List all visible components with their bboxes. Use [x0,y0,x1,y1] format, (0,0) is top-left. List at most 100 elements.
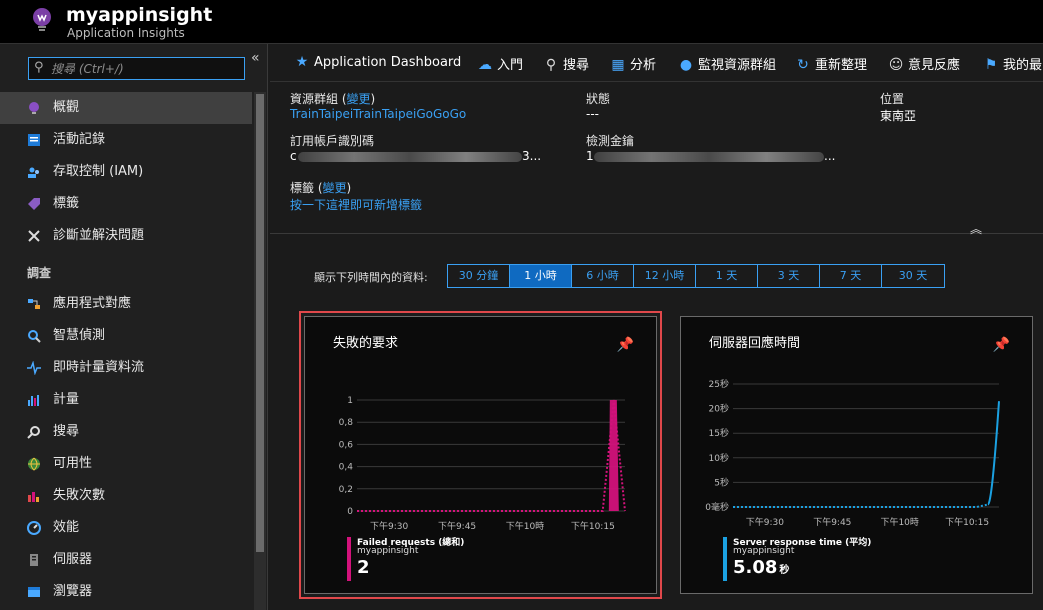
sidebar-item-search[interactable]: 搜尋 [0,416,252,448]
sidebar-item-tags[interactable]: 標籤 [0,188,252,220]
people-icon [28,167,39,178]
getting-started-button[interactable]: ☁ 入門 [477,54,523,73]
server-icon [30,554,38,566]
y-tick-label: 25秒 [709,378,729,390]
sidebar-item-activity-log[interactable]: 活動記錄 [0,124,252,156]
sidebar-item-metrics[interactable]: 計量 [0,384,252,416]
y-tick-label: 1 [347,396,353,406]
legend-color-bar [723,537,727,581]
performance-icon [27,521,41,535]
server-response-time-tile[interactable]: 伺服器回應時間 📌 0毫秒 5秒 10秒 15秒 20秒 25秒 下午9:30 下午9:45 下… [680,316,1033,594]
search-button[interactable]: ⚲ 搜尋 [543,54,589,73]
time-option-6h[interactable]: 6 小時 [572,265,634,287]
sidebar-item-servers[interactable]: 伺服器 [0,544,252,576]
time-option-12h[interactable]: 12 小時 [634,265,696,287]
time-option-3d[interactable]: 3 天 [758,265,820,287]
failed-requests-tile[interactable]: 失敗的要求 📌 0 0,2 0,4 0,6 0,8 1 下午9:30 下午9:45 下午10時下… [299,311,662,599]
time-option-1h[interactable]: 1 小時 [510,265,572,287]
y-tick-label: 15秒 [709,427,729,439]
resource-group-label: 資源群組 (變更) [290,92,376,106]
lightbulb-icon [29,102,39,114]
refresh-icon: ↻ [797,57,809,73]
sidebar-search[interactable]: ⚲ [28,57,245,80]
change-tags-link[interactable]: 變更 [323,181,347,195]
subscription-id-redacted [298,152,522,162]
time-option-30d[interactable]: 30 天 [882,265,944,287]
legend-color-bar [347,537,351,581]
sidebar: ⚲ « 概觀 活動記錄 存取控制 (IAM) 標籤 診斷並解決問題 調查 應用程… [0,44,268,610]
sidebar-item-iam[interactable]: 存取控制 (IAM) [0,156,252,188]
essentials-panel: 資源群組 (變更) TrainTaipeiTrainTaipeiGoGoGo 訂… [270,84,1043,234]
status-value: --- [586,107,599,121]
x-tick-label: 下午10時 [506,520,544,532]
sidebar-item-availability[interactable]: 可用性 [0,448,252,480]
change-resource-group-link[interactable]: 變更 [347,92,371,106]
instrumentation-key-redacted [594,152,824,162]
x-tick-label: 下午9:30 [746,516,784,528]
sidebar-item-label: 失敗次數 [53,488,106,503]
search-icon: ⚲ [545,57,557,73]
sidebar-item-label: 可用性 [53,456,93,471]
x-tick-label: 下午10時 [880,516,918,528]
subscription-id-prefix: c [290,149,297,163]
monitor-resource-group-button[interactable]: ● 監視資源群組 [678,54,776,73]
application-dashboard-button[interactable]: ★ Application Dashboard [294,54,462,70]
pulse-icon [27,361,41,375]
analytics-button[interactable]: ▦ 分析 [610,54,656,73]
sidebar-item-label: 效能 [53,520,80,535]
top-bar: myappinsight Application Insights [0,0,1043,44]
time-option-7d[interactable]: 7 天 [820,265,882,287]
instrumentation-key-label: 檢測金鑰 [586,134,635,148]
sidebar-item-label: 計量 [53,392,80,407]
sidebar-item-browser[interactable]: 瀏覽器 [0,576,252,608]
time-option-30m[interactable]: 30 分鐘 [448,265,510,287]
sidebar-search-input[interactable] [51,59,241,78]
metrics-icon [28,395,39,406]
time-option-1d[interactable]: 1 天 [696,265,758,287]
sidebar-item-label: 應用程式對應 [53,296,132,311]
location-label: 位置 [880,92,905,106]
globe-icon [28,457,40,471]
location-value: 東南亞 [880,109,917,123]
y-tick-label: 5秒 [714,476,729,488]
sidebar-item-diagnose[interactable]: 診斷並解決問題 [0,220,252,252]
y-tick-label: 10秒 [709,452,729,464]
time-range-selector: 顯示下列時間內的資料: 30 分鐘 1 小時 6 小時 12 小時 1 天 3 … [270,264,1043,288]
sidebar-item-app-map[interactable]: 應用程式對應 [0,288,252,320]
sidebar-scrollbar[interactable] [254,92,266,610]
app-name: myappinsight [66,4,213,26]
browser-icon [28,587,40,597]
server-response-time-chart: 0毫秒 5秒 10秒 15秒 20秒 25秒下午9:30 下午9:45 下午10時 下午10:1… [705,378,1000,528]
collapse-sidebar-icon[interactable]: « [251,50,260,66]
sidebar-nav: 概觀 活動記錄 存取控制 (IAM) 標籤 診斷並解決問題 調查 應用程式對應 … [0,92,252,608]
legend-resource: myappinsight [357,546,419,556]
time-range-label: 顯示下列時間內的資料: [314,271,428,284]
add-tags-link[interactable]: 按一下這裡即可新增標籤 [290,196,422,213]
collapse-essentials-icon[interactable]: ︽ [970,220,982,237]
sidebar-item-failures[interactable]: 失敗次數 [0,480,252,512]
y-tick-label: 20秒 [709,403,729,415]
feedback-button[interactable]: ☺ 意見反應 [888,54,960,73]
sidebar-item-live-metrics[interactable]: 即時計量資料流 [0,352,252,384]
favorites-button[interactable]: ⚑ 我的最 [983,54,1042,73]
failed-requests-chart: 0 0,2 0,4 0,6 0,8 1 下午9:30 下午9:45 下午10時 下午10:15 [339,396,626,532]
status-label: 狀態 [586,92,611,106]
sidebar-item-overview[interactable]: 概觀 [0,92,252,124]
tags-label: 標籤 (變更) [290,181,352,195]
refresh-button[interactable]: ↻ 重新整理 [795,54,867,73]
legend-value: 5.08 秒 [733,557,790,578]
sidebar-item-label: 標籤 [53,196,80,211]
sidebar-item-performance[interactable]: 效能 [0,512,252,544]
time-range-options: 30 分鐘 1 小時 6 小時 12 小時 1 天 3 天 7 天 30 天 [447,264,945,288]
wrench-icon [28,230,40,242]
app-type: Application Insights [67,26,185,40]
activity-log-icon [28,134,40,146]
failures-icon [28,492,39,502]
bulb-icon: ● [679,57,693,73]
sidebar-item-label: 即時計量資料流 [53,360,145,375]
resource-group-value[interactable]: TrainTaipeiTrainTaipeiGoGoGo [290,107,466,121]
tag-icon [28,198,40,210]
sidebar-item-smart-detection[interactable]: 智慧偵測 [0,320,252,352]
sidebar-scrollbar-thumb[interactable] [256,94,264,552]
x-tick-label: 下午10:15 [571,520,615,532]
